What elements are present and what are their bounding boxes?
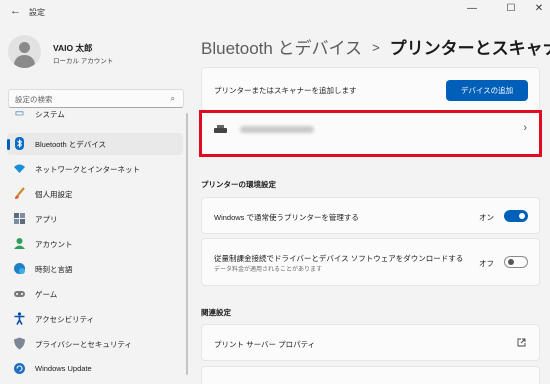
page-title: プリンターとスキャナー xyxy=(389,39,550,58)
app-title: 設定 xyxy=(29,8,45,17)
metered-download-toggle[interactable] xyxy=(504,256,528,268)
printer-icon xyxy=(214,125,227,134)
globe-clock-icon xyxy=(13,262,26,275)
sidebar-item-bluetooth[interactable]: Bluetooth とデバイス xyxy=(7,133,183,155)
avatar[interactable] xyxy=(8,35,41,68)
system-icon: ▭ xyxy=(14,111,25,119)
external-link-icon xyxy=(517,338,526,349)
manage-default-printer-row: Windows で通常使うプリンターを管理する オン xyxy=(201,197,540,234)
metered-download-sublabel: データ料金が適用されることがあります xyxy=(214,267,323,273)
sidebar-item-label: 個人用設定 xyxy=(35,190,73,199)
manage-default-label: Windows で通常使うプリンターを管理する xyxy=(214,213,359,222)
account-icon xyxy=(13,237,26,250)
back-arrow-icon[interactable]: ← xyxy=(10,5,21,17)
manage-default-toggle[interactable] xyxy=(504,210,528,222)
wifi-icon xyxy=(13,162,26,175)
search-input[interactable] xyxy=(15,93,165,105)
breadcrumb-parent[interactable]: Bluetooth とデバイス xyxy=(201,39,362,58)
gamepad-icon xyxy=(13,287,26,300)
metered-download-row: 従量制課金接続でドライバーとデバイス ソフトウェアをダウンロードする データ料金… xyxy=(201,238,540,286)
sidebar-item-personalization[interactable]: 個人用設定 xyxy=(7,183,183,205)
update-icon xyxy=(13,362,26,375)
apps-icon xyxy=(13,212,26,225)
user-name: VAIO 太郎 xyxy=(53,43,93,53)
selection-indicator xyxy=(7,139,10,150)
print-server-label: プリント サーバー プロパティ xyxy=(214,340,316,349)
sidebar-item-privacy[interactable]: プライバシーとセキュリティ xyxy=(7,333,183,355)
sidebar-item-accessibility[interactable]: アクセシビリティ xyxy=(7,308,183,330)
title-bar: ← 設定 — ☐ ✕ xyxy=(0,0,550,24)
person-icon xyxy=(19,42,30,53)
bluetooth-icon xyxy=(13,137,26,150)
sidebar-nav: ▭ システム Bluetooth とデバイス ネットワークとインターネット 個人… xyxy=(7,111,183,384)
sidebar-item-label: ネットワークとインターネット xyxy=(35,165,140,174)
sidebar-item-apps[interactable]: アプリ xyxy=(7,208,183,230)
sidebar-item-network[interactable]: ネットワークとインターネット xyxy=(7,158,183,180)
sidebar-item-label: アクセシビリティ xyxy=(35,315,95,324)
breadcrumb-separator: > xyxy=(372,40,380,55)
section-heading-printer-settings: プリンターの環境設定 xyxy=(201,180,276,189)
sidebar-item-time-language[interactable]: 時刻と言語 xyxy=(7,258,183,280)
sidebar-item-label: Bluetooth とデバイス xyxy=(35,140,107,149)
printer-name-redacted xyxy=(240,126,314,133)
print-server-properties-row[interactable]: プリント サーバー プロパティ xyxy=(201,324,540,361)
search-box[interactable]: ⌕ xyxy=(8,89,184,108)
chevron-right-icon: › xyxy=(523,122,527,134)
breadcrumb: Bluetooth とデバイス > プリンターとスキャナー xyxy=(201,34,550,59)
sidebar-item-label: 時刻と言語 xyxy=(35,265,73,274)
toggle-state-label: オフ xyxy=(479,259,494,268)
sidebar-item-accounts[interactable]: アカウント xyxy=(7,233,183,255)
account-type: ローカル アカウント xyxy=(53,58,114,65)
sidebar-item-windows-update[interactable]: Windows Update xyxy=(7,358,183,380)
accessibility-icon xyxy=(13,312,26,325)
next-related-row[interactable] xyxy=(201,366,540,384)
minimize-button[interactable]: — xyxy=(465,3,479,14)
sidebar-item-label: アプリ xyxy=(35,215,58,224)
maximize-button[interactable]: ☐ xyxy=(504,3,518,14)
sidebar-item-label: システム xyxy=(35,111,65,119)
sidebar-item-system[interactable]: ▭ システム xyxy=(7,111,183,125)
section-heading-related: 関連設定 xyxy=(201,308,231,317)
toggle-state-label: オン xyxy=(479,213,494,222)
add-device-button[interactable]: デバイスの追加 xyxy=(446,80,528,101)
sidebar-item-label: Windows Update xyxy=(35,364,92,373)
sidebar-scrollbar[interactable] xyxy=(186,113,188,375)
sidebar-item-gaming[interactable]: ゲーム xyxy=(7,283,183,305)
printer-entry[interactable]: › xyxy=(199,110,542,157)
close-button[interactable]: ✕ xyxy=(532,3,546,14)
shield-icon xyxy=(13,337,26,350)
add-device-text: プリンターまたはスキャナーを追加します xyxy=(214,86,357,95)
sidebar-item-label: ゲーム xyxy=(35,290,58,299)
sidebar-item-label: プライバシーとセキュリティ xyxy=(35,340,132,349)
add-device-card: プリンターまたはスキャナーを追加します デバイスの追加 xyxy=(201,67,540,111)
sidebar-item-label: アカウント xyxy=(35,240,73,249)
search-icon[interactable]: ⌕ xyxy=(171,94,175,104)
brush-icon xyxy=(13,187,26,200)
metered-download-label: 従量制課金接続でドライバーとデバイス ソフトウェアをダウンロードする xyxy=(214,254,464,263)
